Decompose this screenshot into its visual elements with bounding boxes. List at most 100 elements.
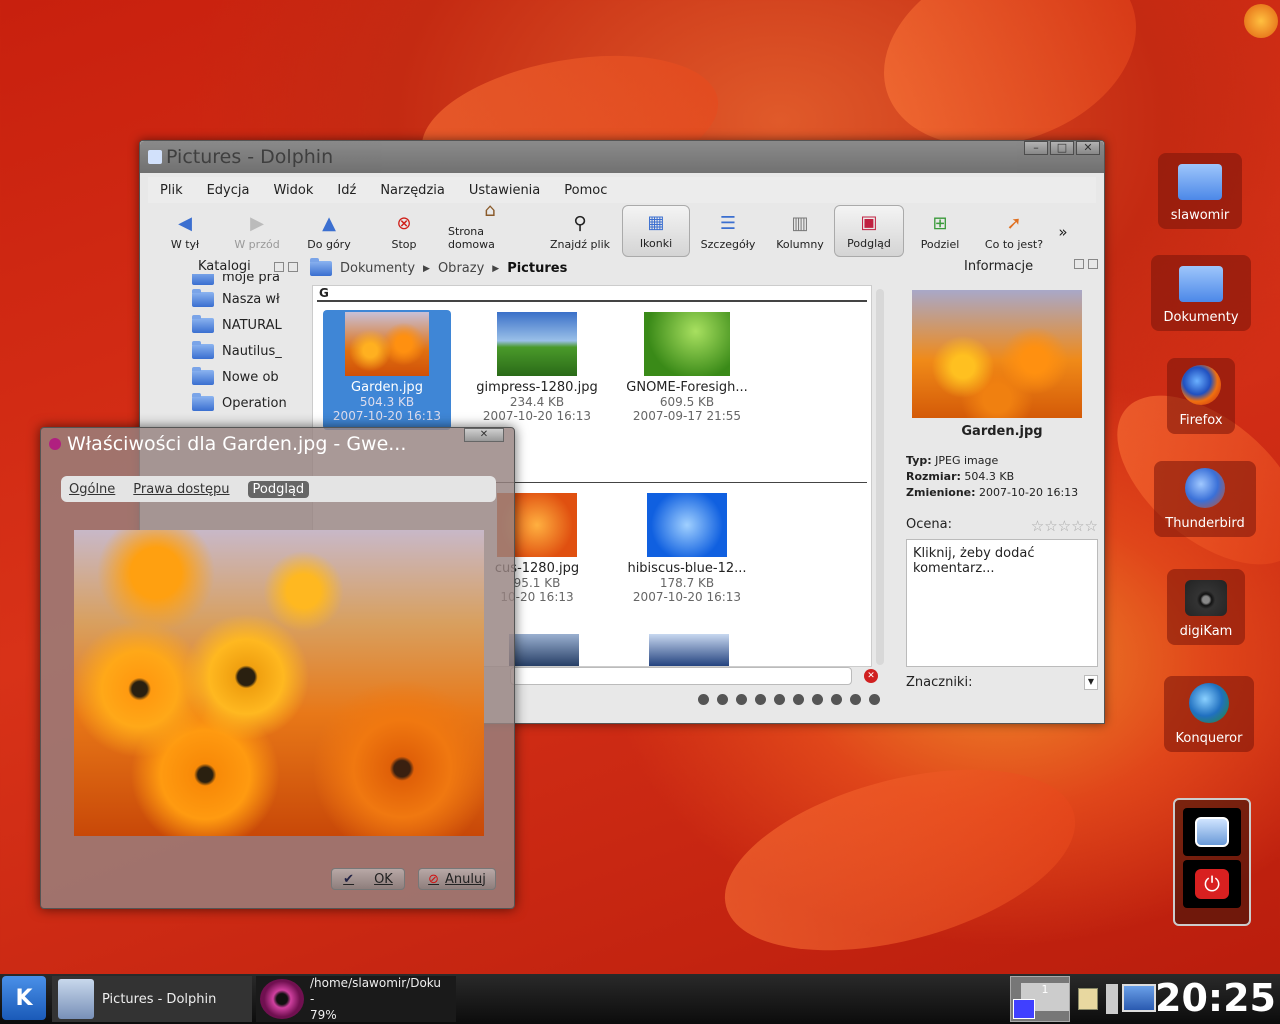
menu-edycja[interactable]: Edycja (207, 183, 250, 198)
vertical-scrollbar[interactable] (876, 289, 884, 665)
arrow-up-icon: ▲ (322, 213, 336, 234)
tags-dropdown-icon[interactable]: ▼ (1083, 675, 1098, 690)
preview-icon: ▣ (860, 212, 878, 233)
firefox-icon (1181, 365, 1221, 405)
desktop-icon-firefox[interactable]: Firefox (1167, 358, 1235, 434)
folder-item[interactable]: moje pra (192, 274, 298, 286)
file-item-hibiscus-blue[interactable]: hibiscus-blue-12... 178.7 KB 2007-10-20 … (623, 493, 751, 604)
folder-icon (192, 340, 214, 359)
folders-panel: Katalogi moje pra Nasza wł NATURAL Nauti… (180, 259, 298, 419)
ok-button[interactable]: ✔ OK (331, 868, 405, 890)
whats-this-button[interactable]: ➚ Co to jest? (976, 205, 1052, 257)
network-icon[interactable] (1106, 984, 1118, 1014)
desktop-icon-dokumenty[interactable]: Dokumenty (1151, 255, 1251, 331)
breadcrumb: Dokumenty ▶ Obrazy ▶ Pictures (310, 258, 567, 276)
cancel-button[interactable]: ⊘ Anuluj (418, 868, 496, 890)
file-item-gimpress[interactable]: gimpress-1280.jpg 234.4 KB 2007-10-20 16… (473, 312, 601, 423)
tab-preview[interactable]: Podgląd (247, 480, 310, 498)
kde-menu-button[interactable]: K (2, 976, 46, 1020)
rating-label: Ocena: (906, 517, 952, 532)
folder-item[interactable]: Nowe ob (192, 364, 298, 390)
tab-permissions[interactable]: Prawa dostępu (133, 482, 229, 497)
information-panel: Informacje Garden.jpg Typ: JPEG image Ro… (906, 259, 1098, 690)
stop-icon: ⊗ (396, 213, 412, 234)
filter-bar[interactable] (510, 667, 852, 685)
clipboard-icon[interactable] (1078, 988, 1098, 1010)
preview-button[interactable]: ▣ Podgląd (834, 205, 904, 257)
thumbnail (497, 312, 577, 376)
menu-ustawienia[interactable]: Ustawienia (469, 183, 540, 198)
menu-plik[interactable]: Plik (160, 183, 183, 198)
desktop-icon-konqueror[interactable]: Konqueror (1164, 676, 1254, 752)
zoom-slider[interactable] (698, 694, 880, 705)
split-icon: ⊞ (932, 213, 948, 234)
task-dolphin[interactable]: Pictures - Dolphin (52, 976, 252, 1022)
stop-button[interactable]: ⊗ Stop (366, 205, 442, 257)
home-button[interactable]: ⌂ Strona domowa (442, 201, 538, 257)
logout-button[interactable]: ⏻ (1183, 860, 1241, 908)
folder-icon (148, 150, 162, 164)
lock-icon (1195, 817, 1229, 847)
icons-view-button[interactable]: ▦ Ikonki (622, 205, 690, 257)
file-item-gnome-foresight[interactable]: GNOME-Foresigh... 609.5 KB 2007-09-17 21… (623, 312, 751, 423)
info-filename: Garden.jpg (961, 424, 1043, 439)
arrow-left-icon: ◀ (178, 213, 192, 234)
menu-idz[interactable]: Idź (337, 183, 356, 198)
forward-button[interactable]: ▶ W przód (222, 205, 292, 257)
split-button[interactable]: ⊞ Podziel (904, 205, 976, 257)
panel-float-button[interactable] (1074, 259, 1084, 269)
folder-item[interactable]: Nasza wł (192, 286, 298, 312)
info-modified: 2007-10-20 16:13 (979, 486, 1079, 499)
dialog-title-bar[interactable]: Właściwości dla Garden.jpg - Gwe... ✕ (41, 428, 514, 460)
clock[interactable]: 20:25 (1155, 974, 1276, 1022)
tab-general[interactable]: Ogólne (69, 482, 115, 497)
lock-screen-button[interactable] (1183, 808, 1241, 856)
clear-filter-icon[interactable]: ✕ (864, 669, 878, 683)
folder-icon (192, 314, 214, 333)
folder-item[interactable]: NATURAL (192, 312, 298, 338)
panel-close-button[interactable] (288, 261, 298, 272)
menu-bar: Plik Edycja Widok Idź Narzędzia Ustawien… (148, 177, 1096, 203)
home-icon: ⌂ (484, 200, 496, 221)
thumbnail (644, 312, 730, 376)
kde-logo-icon (1244, 4, 1278, 38)
folder-icon (192, 288, 214, 307)
help-pointer-icon: ➚ (1006, 213, 1022, 234)
panel-float-button[interactable] (274, 261, 284, 272)
details-view-icon: ☰ (719, 213, 737, 234)
comment-field[interactable]: Kliknij, żeby dodać komentarz... (906, 539, 1098, 667)
dialog-close-button[interactable]: ✕ (464, 428, 504, 442)
toolbar-overflow-button[interactable]: » (1052, 205, 1074, 257)
pager-window (1013, 999, 1035, 1019)
desktop-icon-thunderbird[interactable]: Thunderbird (1154, 461, 1256, 537)
back-button[interactable]: ◀ W tył (148, 205, 222, 257)
window-title: Pictures - Dolphin (166, 146, 334, 168)
crumb-dokumenty[interactable]: Dokumenty (340, 261, 415, 276)
display-icon[interactable] (1122, 984, 1156, 1012)
folder-item[interactable]: Nautilus_ (192, 338, 298, 364)
desktop-icon-digikam[interactable]: digiKam (1167, 569, 1245, 645)
session-widget: ⏻ (1173, 798, 1251, 926)
desktop-icon-slawomir[interactable]: slawomir (1158, 153, 1242, 229)
properties-dialog: Właściwości dla Garden.jpg - Gwe... ✕ Og… (40, 427, 515, 909)
rating-stars[interactable]: ☆☆☆☆☆ (1031, 517, 1098, 535)
close-button[interactable]: ✕ (1076, 141, 1100, 155)
find-button[interactable]: ⚲ Znajdź plik (538, 205, 622, 257)
file-item-garden[interactable]: Garden.jpg 504.3 KB 2007-10-20 16:13 (323, 310, 451, 430)
crumb-pictures[interactable]: Pictures (507, 261, 567, 276)
maximize-button[interactable]: □ (1050, 141, 1074, 155)
menu-pomoc[interactable]: Pomoc (564, 183, 607, 198)
folder-item[interactable]: Operation (192, 390, 298, 414)
panel-close-button[interactable] (1088, 259, 1098, 269)
menu-narzedzia[interactable]: Narzędzia (380, 183, 445, 198)
up-button[interactable]: ▲ Do góry (292, 205, 366, 257)
title-bar[interactable]: Pictures - Dolphin – □ ✕ (140, 141, 1104, 173)
desktop-pager[interactable]: 1 (1010, 976, 1070, 1022)
columns-view-button[interactable]: ▥ Kolumny (766, 205, 834, 257)
thumbnail (647, 493, 727, 557)
details-view-button[interactable]: ☰ Szczegóły (690, 205, 766, 257)
task-gwenview[interactable]: /home/slawomir/Doku -79% (256, 976, 456, 1022)
minimize-button[interactable]: – (1024, 141, 1048, 155)
menu-widok[interactable]: Widok (273, 183, 313, 198)
crumb-obrazy[interactable]: Obrazy (438, 261, 484, 276)
